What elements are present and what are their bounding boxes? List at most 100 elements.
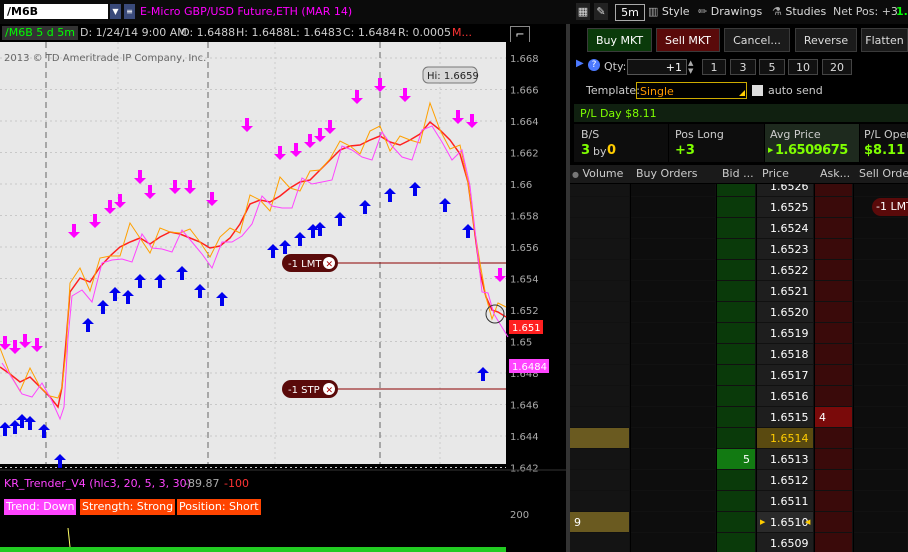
ladder-ask-cell[interactable] [815, 281, 853, 302]
ladder-sell-orders-cell[interactable] [854, 323, 908, 344]
ladder-sell-orders-cell[interactable] [854, 407, 908, 428]
ladder-buy-orders-cell[interactable] [631, 302, 716, 323]
ladder-sell-orders-cell[interactable] [854, 302, 908, 323]
ladder-row[interactable]: 1.6520 [570, 302, 908, 323]
ladder-bid-cell[interactable] [717, 302, 756, 323]
ladder-header-price[interactable]: Price [757, 165, 819, 183]
ladder-buy-orders-cell[interactable] [631, 323, 716, 344]
ladder-sell-orders-cell[interactable] [854, 239, 908, 260]
ladder-price-cell[interactable]: 1.6516 [757, 386, 814, 407]
ladder-volume-cell[interactable] [570, 281, 630, 302]
ladder-price-cell[interactable]: 1.6518 [757, 344, 814, 365]
ladder-price-cell[interactable]: 1.6512 [757, 470, 814, 491]
wrench-icon[interactable]: ✎ [594, 3, 608, 20]
ladder-row[interactable]: 1.6526 [570, 184, 908, 197]
ladder-buy-orders-cell[interactable] [631, 470, 716, 491]
ladder-price-cell[interactable]: 1.6520 [757, 302, 814, 323]
ladder-sell-orders-cell[interactable] [854, 428, 908, 449]
ladder-ask-cell[interactable] [815, 386, 853, 407]
ladder-bid-cell[interactable] [717, 365, 756, 386]
ladder-sell-orders-cell[interactable] [854, 260, 908, 281]
ladder-buy-orders-cell[interactable] [631, 239, 716, 260]
ladder-ask-cell[interactable] [815, 344, 853, 365]
ladder-ask-cell[interactable]: 4 [815, 407, 853, 428]
ladder-row[interactable]: 1.6511 [570, 491, 908, 512]
ladder-ask-cell[interactable] [815, 197, 853, 218]
ladder-row[interactable]: 5 1.6513 [570, 449, 908, 470]
studies-button[interactable]: ⚗ Studies [772, 3, 826, 20]
ladder-sell-orders-cell[interactable] [854, 533, 908, 552]
price-chart[interactable]: 2013 © TD Ameritrade IP Company, Inc. Hi… [0, 42, 570, 552]
expand-icon[interactable]: ▶ [576, 58, 584, 69]
timeframe-button[interactable]: 5m [615, 4, 645, 21]
study-title[interactable]: KR_Trender_V4 (hlc3, 20, 5, 3, 30) [4, 477, 191, 490]
ladder-price-cell[interactable]: 1.6523 [757, 239, 814, 260]
ladder-bid-cell[interactable] [717, 197, 756, 218]
ladder-volume-cell[interactable] [570, 365, 630, 386]
qty-input[interactable]: +1 [627, 59, 687, 75]
ladder-header-sell-orders[interactable]: Sell Orders [854, 165, 908, 183]
ladder-buy-orders-cell[interactable] [631, 218, 716, 239]
ladder-buy-orders-cell[interactable] [631, 512, 716, 533]
ladder-price-cell[interactable]: 1.6511 [757, 491, 814, 512]
ladder-volume-cell[interactable] [570, 407, 630, 428]
ladder-sell-orders-cell[interactable] [854, 386, 908, 407]
ladder-bid-cell[interactable] [717, 281, 756, 302]
qty-preset-1[interactable]: 1 [702, 59, 726, 75]
qty-preset-10[interactable]: 10 [788, 59, 818, 75]
ladder-buy-orders-cell[interactable] [631, 407, 716, 428]
ladder-bid-cell[interactable] [717, 428, 756, 449]
ladder-ask-cell[interactable] [815, 260, 853, 281]
ladder-sell-orders-cell[interactable] [854, 218, 908, 239]
ladder-price-cell[interactable]: 1.6526 [757, 184, 814, 197]
ladder-sell-orders-cell[interactable] [854, 184, 908, 197]
ladder-ask-cell[interactable] [815, 365, 853, 386]
ladder-bid-cell[interactable] [717, 407, 756, 428]
ladder-ask-cell[interactable] [815, 470, 853, 491]
ladder-row[interactable]: 1.6518 [570, 344, 908, 365]
ladder-bid-cell[interactable] [717, 184, 756, 197]
ladder-volume-cell[interactable] [570, 386, 630, 407]
ladder-price-cell[interactable]: 1.6522 [757, 260, 814, 281]
ladder-buy-orders-cell[interactable] [631, 184, 716, 197]
ladder-ask-cell[interactable] [815, 533, 853, 552]
ladder-price-cell[interactable]: 1.6509 [757, 533, 814, 552]
ladder-buy-orders-cell[interactable] [631, 197, 716, 218]
sell-market-button[interactable]: Sell MKT [656, 28, 720, 52]
ladder-price-cell[interactable]: 1.6513 [757, 449, 814, 470]
ladder-sell-orders-cell[interactable] [854, 344, 908, 365]
ladder-row[interactable]: 1.6515 4 [570, 407, 908, 428]
ladder-volume-cell[interactable] [570, 184, 630, 197]
ladder-header-bid[interactable]: Bid ... [717, 165, 761, 183]
ladder-bid-cell[interactable] [717, 533, 756, 552]
ladder-volume-cell[interactable] [570, 197, 630, 218]
grid-icon[interactable]: ▦ [576, 3, 590, 20]
ladder-price-cell[interactable]: 1.6517 [757, 365, 814, 386]
qty-preset-5[interactable]: 5 [759, 59, 785, 75]
symbol-dropdown-icon[interactable]: ▼ [110, 4, 121, 19]
ladder-ask-cell[interactable] [815, 302, 853, 323]
ladder-volume-cell[interactable] [570, 323, 630, 344]
ladder-volume-cell[interactable]: 9 [570, 512, 630, 533]
ladder-price-cell[interactable]: 1.6519 [757, 323, 814, 344]
ladder-sell-orders-cell[interactable] [854, 281, 908, 302]
help-icon[interactable]: ? [588, 59, 600, 71]
ladder-buy-orders-cell[interactable] [631, 365, 716, 386]
ladder-row[interactable]: 1.6525 [570, 197, 908, 218]
ladder-bid-cell[interactable] [717, 218, 756, 239]
ladder-ask-cell[interactable] [815, 428, 853, 449]
ladder-volume-cell[interactable] [570, 533, 630, 552]
ladder-price-cell[interactable]: 1.6515 [757, 407, 814, 428]
cancel-button[interactable]: Cancel... [724, 28, 790, 52]
auto-send-checkbox[interactable] [752, 85, 763, 96]
ladder-volume-cell[interactable] [570, 470, 630, 491]
ladder-ask-cell[interactable] [815, 218, 853, 239]
ladder-volume-cell[interactable] [570, 491, 630, 512]
symbol-input[interactable]: /M6B [4, 4, 108, 19]
ladder-row[interactable]: 1.6516 [570, 386, 908, 407]
ladder-row[interactable]: 1.6517 [570, 365, 908, 386]
ladder-sell-orders-cell[interactable] [854, 512, 908, 533]
ladder-header-ask[interactable]: Ask... [815, 165, 858, 183]
ladder-price-cell[interactable]: 1.6521 [757, 281, 814, 302]
ladder-buy-orders-cell[interactable] [631, 533, 716, 552]
